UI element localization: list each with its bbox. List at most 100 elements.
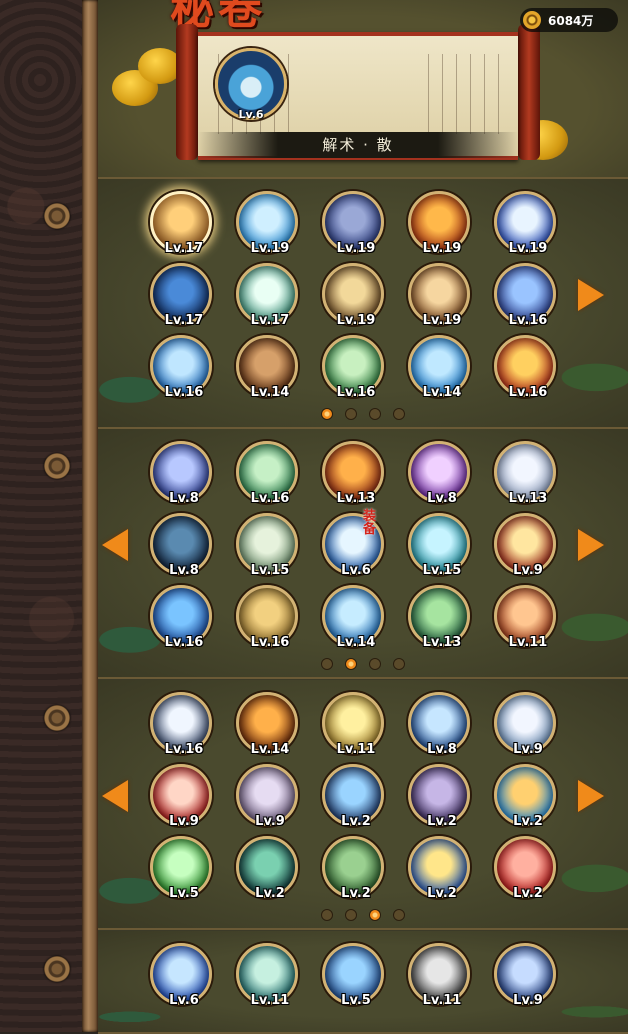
skill-icon-button[interactable]: Lv.19 [408, 263, 470, 328]
skill-page-panel: Lv.17 Lv.19 Lv.19 Lv.19 Lv.19 Lv.17 Lv.17 Lv.19… [98, 179, 628, 429]
skill-level-label: Lv.13 [422, 635, 462, 650]
skill-level-label: Lv.16 [164, 635, 204, 650]
skill-icon-button[interactable]: Lv.6 装备 [322, 510, 384, 578]
skill-icon-button[interactable]: Lv.8 [408, 692, 470, 757]
next-page-arrow-icon[interactable] [578, 279, 604, 311]
skill-icon-button[interactable]: Lv.14 [322, 585, 384, 650]
skill-level-label: Lv.2 [513, 814, 543, 829]
skill-icon-button[interactable]: Lv.16 [150, 692, 212, 757]
skill-icon-button[interactable]: Lv.13 [322, 441, 384, 506]
skill-level-label: Lv.9 [513, 563, 543, 578]
skill-icon-button[interactable]: Lv.14 [408, 335, 470, 400]
skill-icon-button[interactable]: Lv.17 [150, 191, 212, 256]
skill-icon-button[interactable]: Lv.16 [150, 585, 212, 650]
skill-icon-button[interactable]: Lv.11 [322, 692, 384, 757]
skill-level-label: Lv.19 [422, 241, 462, 256]
skill-icon-button[interactable]: Lv.8 [150, 513, 212, 578]
skill-level-label: Lv.9 [169, 814, 199, 829]
page-dot[interactable] [321, 408, 333, 420]
previous-page-arrow-icon[interactable] [102, 780, 128, 812]
skill-icon-button[interactable]: Lv.6 [150, 943, 212, 1008]
rail-border [82, 0, 98, 1032]
skill-icon-button[interactable]: Lv.19 [322, 191, 384, 256]
page-dot[interactable] [369, 408, 381, 420]
skill-level-label: Lv.9 [255, 814, 285, 829]
skill-icon-button[interactable]: Lv.2 [494, 836, 556, 901]
skill-icon-button[interactable]: Lv.19 [408, 191, 470, 256]
skill-icon-button[interactable]: Lv.2 [322, 836, 384, 901]
skill-icon-button[interactable]: Lv.8 [150, 441, 212, 506]
skill-level-label: Lv.17 [164, 313, 204, 328]
skill-page-panel: Lv.8 Lv.16 Lv.13 Lv.8 Lv.13 Lv.8 Lv.15 Lv.6 装备 Lv… [98, 429, 628, 679]
skill-icon-button[interactable]: Lv.13 [408, 585, 470, 650]
featured-skill-icon[interactable]: Lv.6 [215, 48, 287, 121]
previous-page-arrow-icon[interactable] [102, 529, 128, 561]
rail-knob [44, 203, 70, 229]
skill-level-label: Lv.9 [513, 993, 543, 1008]
skill-icon-button[interactable]: Lv.16 [150, 335, 212, 400]
skill-icon-button[interactable]: Lv.19 [236, 191, 298, 256]
scroll-script-right [420, 54, 506, 134]
skill-icon-button[interactable]: Lv.9 [236, 764, 298, 829]
skill-level-label: Lv.11 [250, 993, 290, 1008]
skill-icon-button[interactable]: Lv.9 [494, 513, 556, 578]
skill-icon-button[interactable]: Lv.16 [494, 263, 556, 328]
page-dot[interactable] [393, 658, 405, 670]
page-dot[interactable] [393, 909, 405, 921]
skill-icon-button[interactable]: Lv.13 [494, 441, 556, 506]
skill-level-label: Lv.8 [427, 491, 457, 506]
skill-level-label: Lv.2 [255, 886, 285, 901]
page-indicator [98, 655, 628, 670]
skill-level-label: Lv.16 [250, 491, 290, 506]
skill-icon-button[interactable]: Lv.9 [494, 943, 556, 1008]
skill-icon-button[interactable]: Lv.16 [494, 335, 556, 400]
next-page-arrow-icon[interactable] [578, 529, 604, 561]
skill-icon-button[interactable]: Lv.11 [236, 943, 298, 1008]
skill-icon-button[interactable]: Lv.17 [150, 263, 212, 328]
featured-skill-level: Lv.6 [238, 108, 264, 121]
skill-icon-button[interactable]: Lv.2 [236, 836, 298, 901]
skill-icon-button[interactable]: Lv.19 [494, 191, 556, 256]
page-dot[interactable] [369, 658, 381, 670]
skill-icon-button[interactable]: Lv.11 [494, 585, 556, 650]
skill-icon-button[interactable]: Lv.2 [408, 836, 470, 901]
skill-icon-button[interactable]: Lv.2 [322, 764, 384, 829]
left-decorative-rail [0, 0, 86, 1032]
skill-level-label: Lv.17 [250, 313, 290, 328]
currency-display: 6084万 [520, 8, 618, 32]
skill-icon-button[interactable]: Lv.8 [408, 441, 470, 506]
skill-level-label: Lv.14 [336, 635, 376, 650]
skill-icon-button[interactable]: Lv.11 [408, 943, 470, 1008]
skill-level-label: Lv.11 [422, 993, 462, 1008]
skill-icon-button[interactable]: Lv.5 [322, 943, 384, 1008]
rail-knob [44, 453, 70, 479]
skill-icon-button[interactable]: Lv.16 [236, 585, 298, 650]
page-dot[interactable] [345, 658, 357, 670]
skill-page-panel: Lv.6 Lv.11 Lv.5 Lv.11 Lv.9 [98, 931, 628, 1034]
page-dot[interactable] [345, 408, 357, 420]
skill-level-label: Lv.2 [427, 886, 457, 901]
skill-icon-button[interactable]: Lv.15 [408, 513, 470, 578]
skill-icon-button[interactable]: Lv.16 [236, 441, 298, 506]
skill-icon-button[interactable]: Lv.9 [494, 692, 556, 757]
skill-icon-button[interactable]: Lv.14 [236, 692, 298, 757]
page-dot[interactable] [345, 909, 357, 921]
page-dot[interactable] [321, 909, 333, 921]
skill-level-label: Lv.13 [336, 491, 376, 506]
skill-icon-button[interactable]: Lv.2 [408, 764, 470, 829]
next-page-arrow-icon[interactable] [578, 780, 604, 812]
skill-level-label: Lv.19 [336, 313, 376, 328]
page-dot[interactable] [393, 408, 405, 420]
skill-icon-button[interactable]: Lv.19 [322, 263, 384, 328]
skill-icon-button[interactable]: Lv.15 [236, 513, 298, 578]
featured-skill-name: 解术 · 散 [198, 132, 518, 158]
skill-level-label: Lv.16 [508, 313, 548, 328]
skill-icon-button[interactable]: Lv.14 [236, 335, 298, 400]
skill-icon-button[interactable]: Lv.2 [494, 764, 556, 829]
skill-icon-button[interactable]: Lv.17 [236, 263, 298, 328]
page-dot[interactable] [321, 658, 333, 670]
skill-icon-button[interactable]: Lv.16 [322, 335, 384, 400]
skill-icon-button[interactable]: Lv.9 [150, 764, 212, 829]
skill-icon-button[interactable]: Lv.5 [150, 836, 212, 901]
page-dot[interactable] [369, 909, 381, 921]
